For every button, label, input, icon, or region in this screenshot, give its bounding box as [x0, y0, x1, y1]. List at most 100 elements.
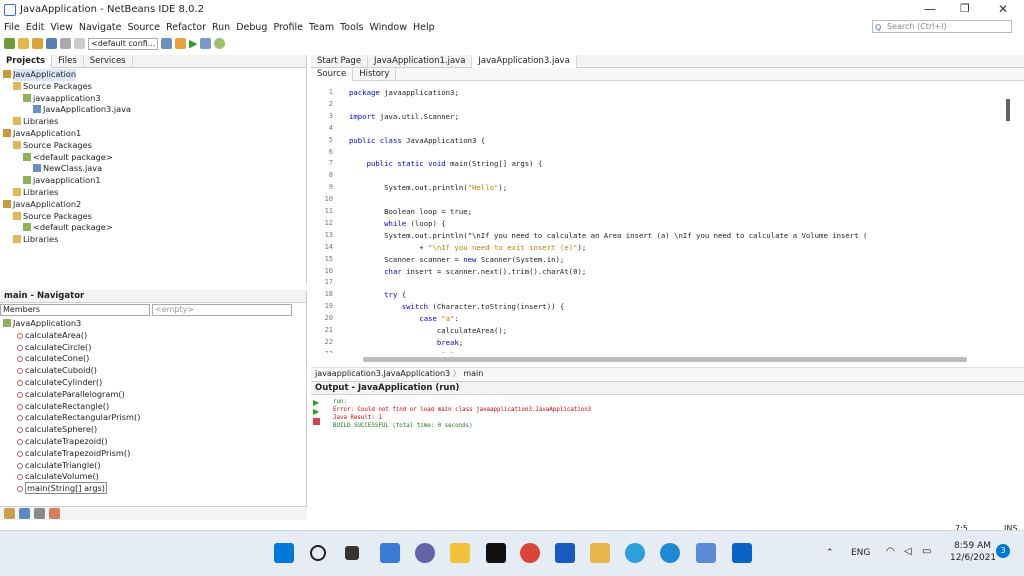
volume-icon[interactable]: ◁: [904, 546, 912, 557]
menu-window[interactable]: Window: [370, 22, 407, 33]
menu-debug[interactable]: Debug: [236, 22, 267, 33]
tree-node[interactable]: <default package>: [3, 222, 306, 234]
word-icon[interactable]: [555, 543, 575, 563]
run-icon[interactable]: ▶: [189, 37, 197, 50]
sort-icon[interactable]: [4, 508, 15, 519]
wifi-icon[interactable]: ◠: [886, 546, 895, 557]
filter-fields-icon[interactable]: [19, 508, 30, 519]
mail-icon[interactable]: [732, 543, 752, 563]
maximize-button[interactable]: ❐: [960, 2, 970, 15]
navigator-root[interactable]: JavaApplication3: [3, 318, 306, 330]
tree-node[interactable]: Source Packages: [3, 211, 306, 223]
teams-chat-icon[interactable]: [415, 543, 435, 563]
breadcrumb-class[interactable]: javaapplication3.JavaApplication3: [315, 369, 450, 378]
menu-refactor[interactable]: Refactor: [166, 22, 206, 33]
debug-icon[interactable]: [200, 38, 212, 49]
menu-source[interactable]: Source: [127, 22, 160, 33]
tab-services[interactable]: Services: [84, 54, 133, 68]
language-indicator[interactable]: ENG: [851, 548, 870, 558]
navigator-member[interactable]: calculateRectangularPrism(): [3, 412, 306, 424]
tab-start-page[interactable]: Start Page: [311, 54, 369, 68]
tree-node[interactable]: JavaApplication1: [3, 128, 306, 140]
tree-node[interactable]: Libraries: [3, 116, 306, 128]
tab-projects[interactable]: Projects: [0, 54, 53, 68]
navigator-member[interactable]: calculateRectangle(): [3, 401, 306, 413]
rerun-icon[interactable]: ▶: [313, 398, 323, 407]
tree-node[interactable]: javaapplication1: [3, 175, 306, 187]
close-button[interactable]: ✕: [998, 2, 1008, 16]
menu-help[interactable]: Help: [413, 22, 435, 33]
stop-icon[interactable]: [313, 418, 320, 425]
menu-edit[interactable]: Edit: [26, 22, 44, 33]
navigator-member[interactable]: main(String[] args): [3, 482, 306, 495]
tab-history[interactable]: History: [353, 67, 397, 81]
tree-node[interactable]: Libraries: [3, 234, 306, 246]
navigator-member[interactable]: calculateCylinder(): [3, 377, 306, 389]
search-taskbar-icon[interactable]: [310, 545, 326, 561]
menu-navigate[interactable]: Navigate: [79, 22, 122, 33]
navigator-member[interactable]: calculateArea(): [3, 330, 306, 342]
tab-files[interactable]: Files: [52, 54, 84, 68]
new-file-icon[interactable]: [18, 38, 29, 49]
tab-javaapplication1[interactable]: JavaApplication1.java: [368, 54, 473, 68]
search-box[interactable]: Q Search (Ctrl+I): [872, 20, 1012, 33]
widgets-icon[interactable]: [380, 543, 400, 563]
menu-tools[interactable]: Tools: [340, 22, 363, 33]
new-project-icon[interactable]: [4, 38, 15, 49]
navigator-member[interactable]: calculateParallelogram(): [3, 389, 306, 401]
netbeans-taskbar-icon[interactable]: [696, 543, 716, 563]
navigator-member[interactable]: calculateCircle(): [3, 342, 306, 354]
navigator-member[interactable]: calculateTriangle(): [3, 460, 306, 472]
tree-node[interactable]: NewClass.java: [3, 163, 306, 175]
navigator-scope-select[interactable]: <empty>: [152, 304, 292, 316]
tree-node[interactable]: JavaApplication: [3, 69, 306, 81]
navigator-member[interactable]: calculateTrapezoid(): [3, 436, 306, 448]
tree-node[interactable]: JavaApplication3.java: [3, 104, 306, 116]
breadcrumb-method[interactable]: main: [463, 369, 483, 378]
navigator-filter-select[interactable]: Members: [0, 304, 150, 316]
start-windows-icon[interactable]: [274, 543, 294, 563]
horizontal-scrollbar[interactable]: [363, 357, 967, 362]
edge-icon[interactable]: [660, 543, 680, 563]
navigator-member[interactable]: calculateCuboid(): [3, 365, 306, 377]
undo-icon[interactable]: [60, 38, 71, 49]
code-area[interactable]: 1 package javaapplication3; 2 3 import java.…: [311, 87, 1011, 353]
tab-javaapplication3[interactable]: JavaApplication3.java: [472, 54, 577, 68]
filter-inherited-icon[interactable]: [49, 508, 60, 519]
vertical-scrollbar[interactable]: [1006, 99, 1010, 121]
tree-node[interactable]: Source Packages: [3, 140, 306, 152]
clean-build-icon[interactable]: [175, 38, 186, 49]
netflix-icon[interactable]: [486, 543, 506, 563]
open-project-icon[interactable]: [32, 38, 43, 49]
chrome-icon[interactable]: [520, 543, 540, 563]
profile-icon[interactable]: [214, 38, 226, 49]
telegram-icon[interactable]: [625, 543, 645, 563]
configuration-select[interactable]: <default confi...: [88, 37, 158, 50]
navigator-member[interactable]: calculateSphere(): [3, 424, 306, 436]
battery-icon[interactable]: ▭: [922, 546, 931, 557]
menu-view[interactable]: View: [50, 22, 73, 33]
menu-team[interactable]: Team: [309, 22, 334, 33]
tree-node[interactable]: JavaApplication2: [3, 199, 306, 211]
save-all-icon[interactable]: [46, 38, 57, 49]
menu-file[interactable]: File: [4, 22, 20, 33]
navigator-member[interactable]: calculateTrapezoidPrism(): [3, 448, 306, 460]
tree-node[interactable]: javaapplication3: [3, 93, 306, 105]
tree-node[interactable]: Libraries: [3, 187, 306, 199]
rerun-different-icon[interactable]: ▶: [313, 407, 323, 416]
store-icon[interactable]: [590, 543, 610, 563]
minimize-button[interactable]: —: [924, 2, 936, 16]
tray-chevron-icon[interactable]: ⌃: [826, 548, 834, 558]
redo-icon[interactable]: [74, 38, 85, 49]
filter-static-icon[interactable]: [34, 508, 45, 519]
menu-profile[interactable]: Profile: [273, 22, 303, 33]
build-icon[interactable]: [161, 38, 172, 49]
tab-source[interactable]: Source: [311, 67, 354, 81]
navigator-member[interactable]: calculateCone(): [3, 353, 306, 365]
tree-node[interactable]: <default package>: [3, 152, 306, 164]
menu-run[interactable]: Run: [212, 22, 230, 33]
file-explorer-icon[interactable]: [450, 543, 470, 563]
notification-badge[interactable]: 3: [996, 544, 1010, 558]
tree-node[interactable]: Source Packages: [3, 81, 306, 93]
clock-time[interactable]: 8:59 AM: [954, 541, 991, 551]
